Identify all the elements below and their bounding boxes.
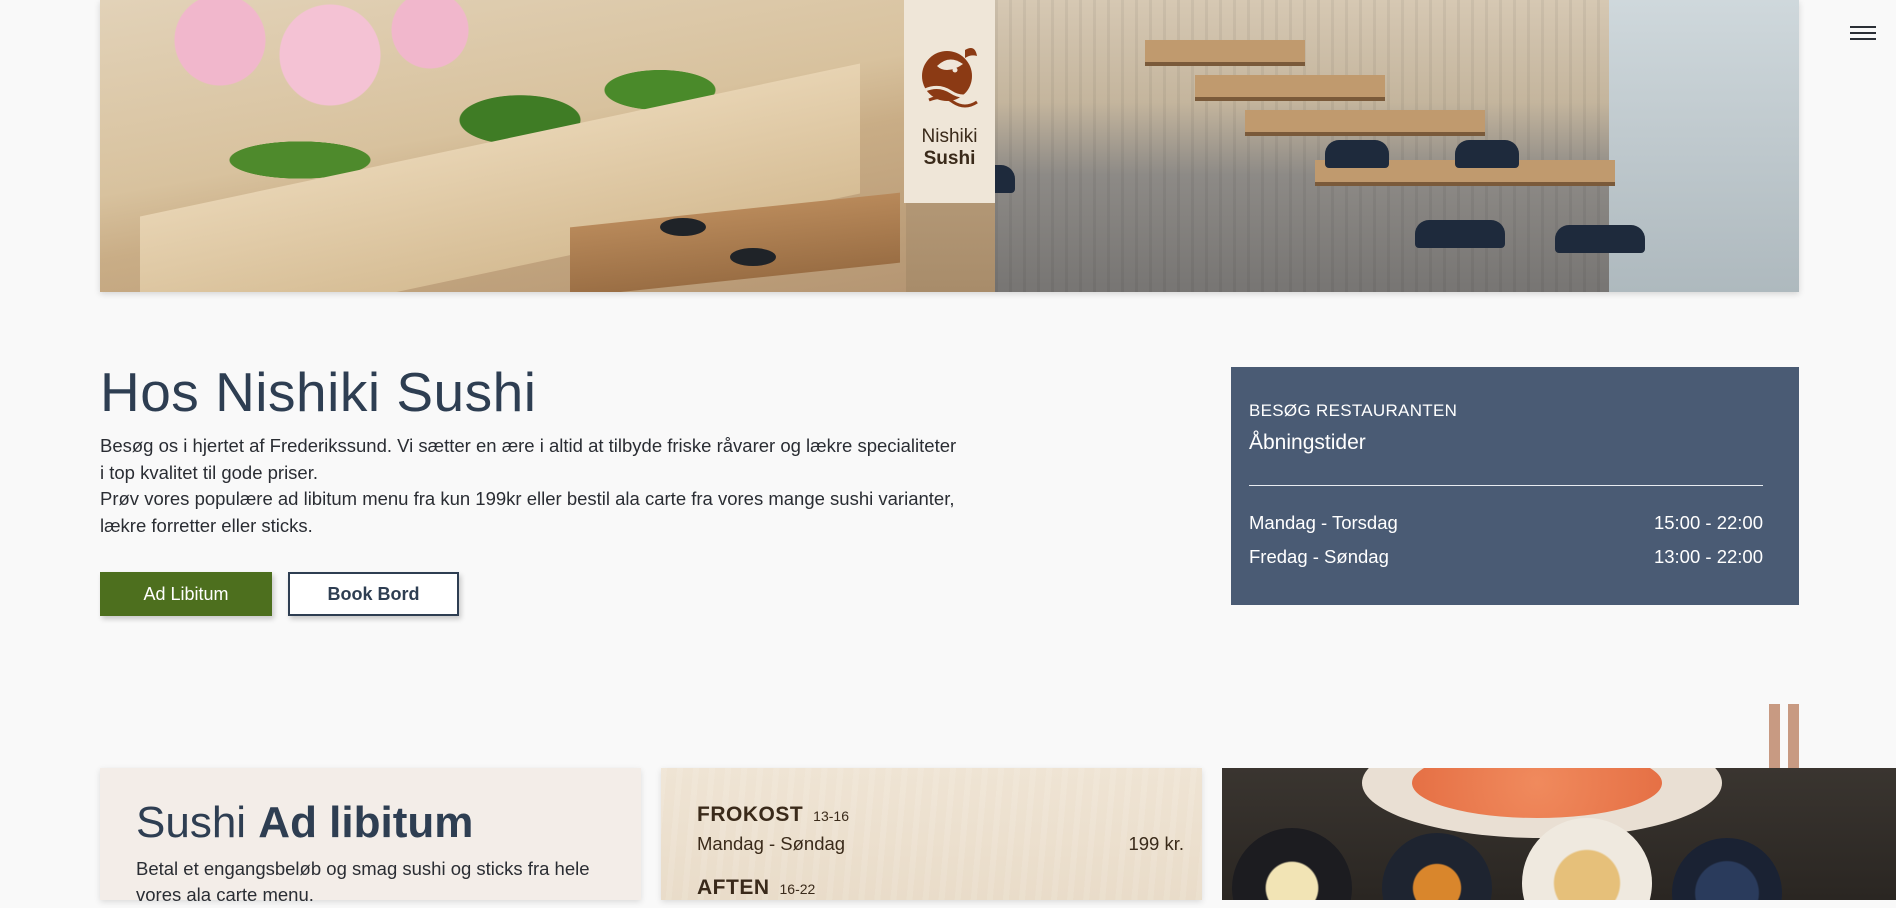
decorative-bars [1769,704,1800,768]
hours-days: Mandag - Torsdag [1249,512,1398,533]
ad-libitum-title: Sushi Ad libitum [136,798,473,848]
hours-eyebrow: BESØG RESTAURANTEN [1249,401,1458,420]
lunch-label: FROKOST 13-16 [697,803,849,827]
dinner-label: AFTEN 16-22 [697,876,815,900]
intro-paragraph-1: Besøg os i hjertet af Frederikssund. Vi … [100,435,957,483]
ad-libitum-card: Sushi Ad libitum Betal et engangsbeløb o… [100,768,641,905]
ad-libitum-description: Betal et engangsbeløb og smag sushi og s… [136,858,590,905]
book-table-button[interactable]: Book Bord [288,572,459,616]
lunch-name: FROKOST [697,803,804,826]
lunch-hours: 13-16 [813,808,849,824]
pricing-card: FROKOST 13-16 Mandag - Søndag 199 kr. AFT… [661,768,1202,900]
hamburger-menu-icon[interactable] [1850,22,1876,44]
hours-heading: Åbningstider [1249,431,1366,454]
brand-name-line1: Nishiki [921,126,978,147]
brand-logo[interactable]: Nishiki Sushi [904,0,995,203]
hours-time: 13:00 - 22:00 [1653,546,1763,567]
lunch-price: 199 kr. [1128,833,1184,854]
ad-libitum-title-bold: Ad libitum [258,798,474,847]
hours-divider [1249,485,1763,486]
sushi-food-photo [1222,768,1896,900]
hours-row: Mandag - Torsdag 15:00 - 22:00 [1249,512,1763,534]
dinner-name: AFTEN [697,876,770,899]
hours-days: Fredag - Søndag [1249,546,1389,567]
hero-photo-dining-room [935,0,1799,292]
ad-libitum-button[interactable]: Ad Libitum [100,572,272,616]
intro-paragraph-2: Prøv vores populære ad libitum menu fra … [100,488,955,536]
brand-name-line2: Sushi [923,148,976,169]
hours-time: 15:00 - 22:00 [1653,512,1763,533]
koi-fish-logo-icon [921,48,978,108]
page-title: Hos Nishiki Sushi [100,361,537,423]
ad-libitum-title-light: Sushi [136,798,259,847]
hero-photo-planter [100,0,906,292]
opening-hours-card: BESØG RESTAURANTEN Åbningstider Mandag -… [1231,367,1799,605]
hours-row: Fredag - Søndag 13:00 - 22:00 [1249,546,1763,568]
intro-text: Besøg os i hjertet af Frederikssund. Vi … [100,433,960,539]
dinner-hours: 16-22 [779,881,816,897]
lunch-days: Mandag - Søndag [697,833,846,854]
